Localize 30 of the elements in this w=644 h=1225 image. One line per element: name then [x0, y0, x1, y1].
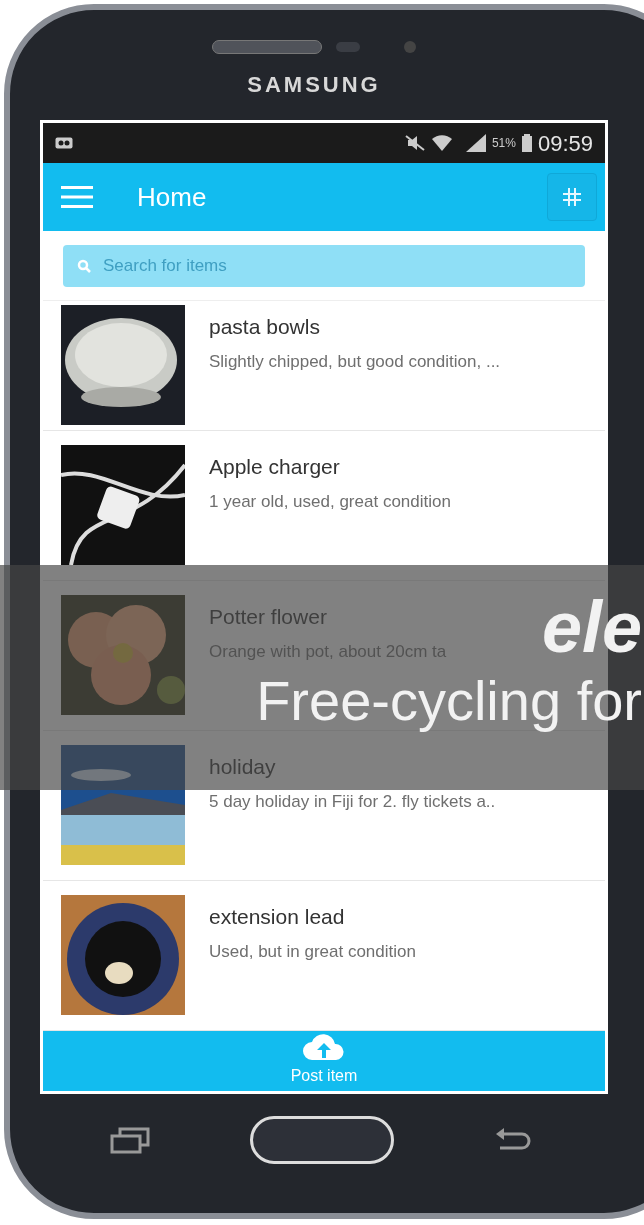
- grid-button[interactable]: [547, 173, 597, 221]
- recent-apps-icon[interactable]: [110, 1126, 150, 1154]
- camera-icon: [404, 41, 416, 53]
- item-description: 1 year old, used, great condition: [209, 490, 451, 513]
- sensor-icon: [336, 42, 360, 52]
- item-description: 5 day holiday in Fiji for 2. fly tickets a..: [209, 790, 496, 813]
- search-icon: [77, 258, 91, 273]
- item-title: extension lead: [209, 904, 346, 930]
- item-description: Used, but in great condition: [209, 940, 416, 963]
- battery-icon: [521, 134, 532, 152]
- mute-icon: [403, 134, 426, 152]
- item-title: holiday: [209, 754, 277, 780]
- search-field[interactable]: Search for items: [63, 244, 585, 287]
- cloud-upload-icon: [302, 1034, 346, 1060]
- battery-percent: 51%: [491, 135, 516, 152]
- search-input[interactable]: Search for items: [103, 252, 571, 279]
- voicemail-icon: [55, 137, 73, 149]
- post-item-button[interactable]: Post item: [43, 1031, 605, 1091]
- brand-logo: SAMSUNG: [247, 71, 381, 99]
- item-description: Slightly chipped, but good condition, ...: [209, 350, 501, 373]
- hash-icon: [562, 187, 582, 207]
- banner-subtitle: Free-cycling for: [256, 669, 643, 733]
- header-title: Home: [137, 180, 208, 214]
- item-title: Apple charger: [209, 454, 341, 480]
- wifi-icon: [431, 134, 452, 152]
- home-button[interactable]: [250, 1116, 394, 1164]
- clock: 09:59: [537, 129, 593, 158]
- item-title: Potter flower: [209, 604, 328, 630]
- signal-icon: [465, 134, 486, 152]
- item-title: pasta bowls: [209, 314, 321, 340]
